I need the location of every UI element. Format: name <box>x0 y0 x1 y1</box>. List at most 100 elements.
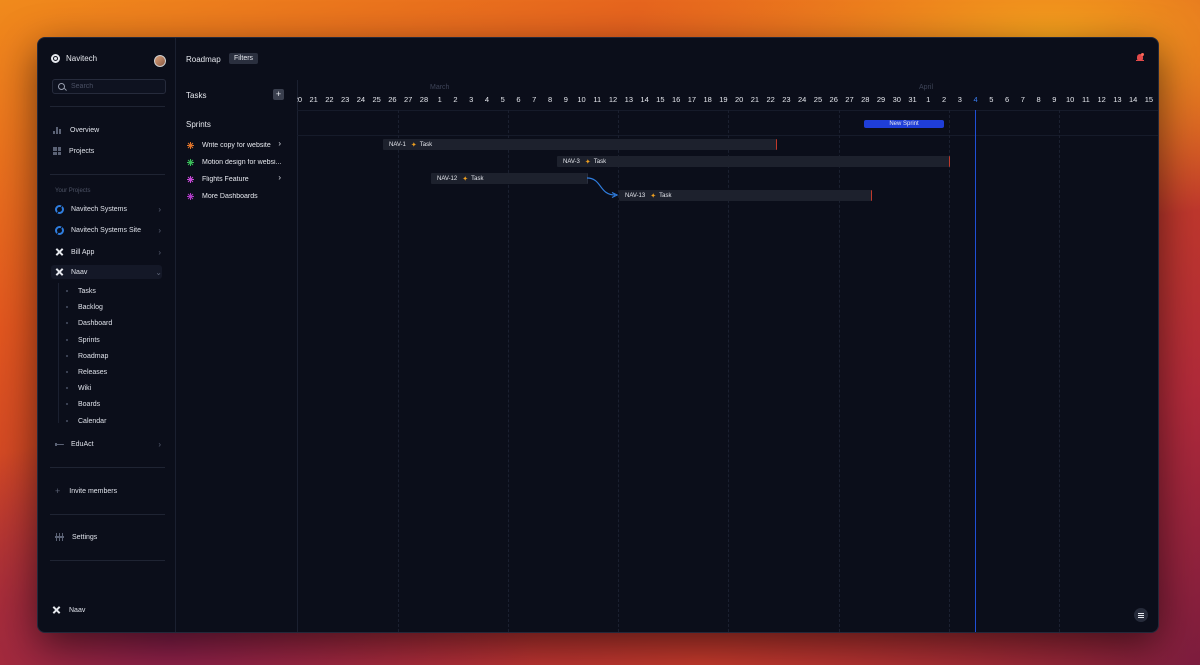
chevron-right-icon[interactable]: › <box>278 173 281 182</box>
x-logo-icon <box>55 248 64 257</box>
notification-bell-icon[interactable] <box>1136 53 1144 62</box>
nav-projects-label: Projects <box>69 147 95 155</box>
day-label: 22 <box>766 95 775 104</box>
sprints-label: Sprints <box>186 120 211 129</box>
ring-logo-icon <box>55 225 64 235</box>
day-label: 14 <box>1128 95 1138 104</box>
task-label: More Dashboards <box>202 192 258 200</box>
week-gridline <box>728 110 729 632</box>
subnav-calendar[interactable]: Calendar <box>58 415 106 427</box>
chart-icon <box>53 126 62 134</box>
day-label: 6 <box>1004 95 1010 104</box>
x-logo-icon <box>55 268 64 277</box>
chevron-right-icon: › <box>158 225 161 235</box>
chevron-right-icon: › <box>158 204 161 214</box>
subnav-tasks[interactable]: Tasks <box>58 285 96 297</box>
footer-workspace[interactable]: Naav <box>52 606 85 615</box>
project-naav[interactable]: Naav ⌄ <box>51 265 162 279</box>
day-label: 13 <box>1113 95 1122 104</box>
day-label: 20 <box>734 95 744 104</box>
day-label: 21 <box>750 95 760 104</box>
search-box[interactable] <box>52 79 166 94</box>
subnav-wiki[interactable]: Wiki <box>58 382 91 394</box>
subnav-roadmap[interactable]: Roadmap <box>58 350 108 362</box>
task-row-more-dashboards[interactable]: More Dashboards <box>187 190 287 202</box>
task-row-write-copy[interactable]: Write copy for website › <box>187 139 287 151</box>
day-label: 4 <box>973 95 978 104</box>
subnav-sprints[interactable]: Sprints <box>58 334 100 346</box>
day-label: 9 <box>1052 95 1057 104</box>
day-label: 2 <box>941 95 947 104</box>
project-navitech-systems[interactable]: Navitech Systems › <box>55 202 161 216</box>
divider <box>50 106 165 107</box>
today-marker-line <box>975 110 976 632</box>
day-label: 23 <box>782 95 791 104</box>
day-label: 3 <box>957 95 962 104</box>
task-status-icon <box>187 192 194 200</box>
chevron-right-icon[interactable]: › <box>278 139 281 148</box>
subnav-releases[interactable]: Releases <box>58 366 107 378</box>
x-logo-icon <box>52 606 61 615</box>
settings-label: Settings <box>72 533 98 541</box>
sprint-bar-new-sprint[interactable]: New Sprint <box>864 120 944 128</box>
task-status-icon <box>187 141 194 149</box>
day-label: 27 <box>845 95 854 104</box>
day-label: 5 <box>989 95 994 104</box>
project-eduact[interactable]: EduAct › <box>55 437 161 451</box>
settings-button[interactable]: Settings <box>54 533 98 541</box>
day-label: 12 <box>1097 95 1106 104</box>
search-icon <box>58 83 65 90</box>
subnav-dashboard[interactable]: Dashboard <box>58 317 112 329</box>
day-label: 7 <box>1020 95 1025 104</box>
tasks-panel: Tasks + Sprints Write copy for website ›… <box>175 80 298 632</box>
nav-projects[interactable]: Projects <box>53 145 94 157</box>
day-label: 11 <box>1081 95 1090 104</box>
subnav-boards[interactable]: Boards <box>58 398 100 410</box>
divider <box>50 174 165 175</box>
plus-icon: + <box>55 486 61 496</box>
search-input[interactable] <box>71 83 161 90</box>
sliders-icon <box>54 533 64 541</box>
day-label: 29 <box>876 95 886 104</box>
filters-button[interactable]: Filters <box>229 53 259 64</box>
user-avatar[interactable] <box>154 55 166 67</box>
project-bill-app[interactable]: Bill App › <box>55 245 161 259</box>
dash-logo-icon <box>55 442 64 446</box>
project-navitech-systems-site[interactable]: Navitech Systems Site › <box>55 223 161 237</box>
roadmap-timeline: March April 2021222324252627281234567891… <box>297 80 1158 632</box>
app-window: Navitech Overview Projects Your Projects… <box>37 37 1159 633</box>
dependency-link <box>586 177 619 199</box>
week-gridline <box>949 110 950 632</box>
invite-members-button[interactable]: + Invite members <box>55 487 117 496</box>
tasks-title: Tasks <box>186 91 207 100</box>
page-header: Roadmap Filters <box>175 38 1158 80</box>
navitech-logo-icon <box>51 54 60 63</box>
subnav-backlog[interactable]: Backlog <box>58 301 103 313</box>
project-label: Navitech Systems <box>71 205 128 213</box>
menu-icon[interactable] <box>1134 608 1148 622</box>
divider <box>50 467 165 468</box>
day-label: 31 <box>908 95 917 104</box>
task-row-flights-feature[interactable]: Flights Feature › <box>187 173 287 185</box>
footer-workspace-name: Naav <box>69 607 86 614</box>
workspace-name: Navitech <box>66 54 98 63</box>
day-label: 25 <box>813 95 823 104</box>
task-label: Flights Feature <box>202 175 249 183</box>
week-gridline <box>1059 110 1060 632</box>
task-row-motion-design[interactable]: Motion design for websi... <box>187 156 287 168</box>
add-task-button[interactable]: + <box>273 89 284 100</box>
day-label: 28 <box>861 95 870 104</box>
workspace-switcher[interactable]: Navitech <box>51 54 97 63</box>
month-label-april: April <box>919 84 934 91</box>
day-label: 15 <box>1144 95 1154 104</box>
task-label: Write copy for website <box>202 141 271 149</box>
sidebar: Navitech Overview Projects Your Projects… <box>38 38 176 632</box>
nav-overview[interactable]: Overview <box>53 124 99 136</box>
day-label: 10 <box>1065 95 1075 104</box>
chevron-right-icon: › <box>158 439 161 449</box>
invite-label: Invite members <box>69 488 118 495</box>
day-label: 8 <box>1036 95 1041 104</box>
task-label: Motion design for websi... <box>202 158 282 166</box>
day-label: 18 <box>703 95 712 104</box>
project-label: Bill App <box>71 248 95 256</box>
